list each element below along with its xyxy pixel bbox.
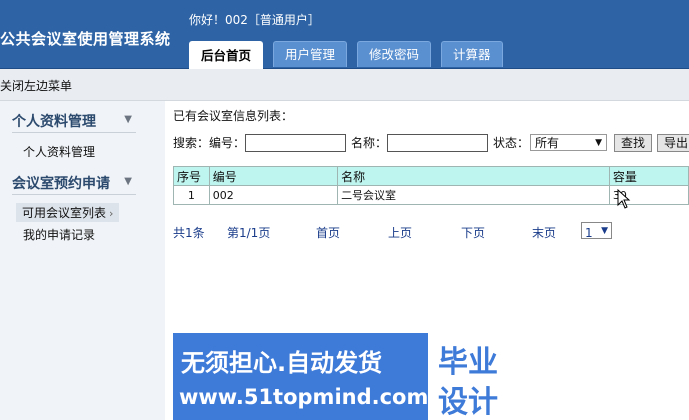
pagination: 共1条 第1/1页 首页 上页 下页 末页 1 ▼ (173, 222, 633, 242)
page-select-value: 1 (585, 226, 593, 240)
name-input[interactable] (387, 134, 488, 152)
ad-badge-line2: 设计 (438, 385, 498, 420)
sidebar-item-label: 个人资料管理 (23, 145, 96, 159)
sidebar: 个人资料管理 ▼ 个人资料管理 会议室预约申请 ▼ 可用会议室列表 › 我的申请记… (0, 101, 165, 420)
pager-total: 共1条 (173, 226, 205, 240)
sidebar-group-profile[interactable]: 个人资料管理 ▼ (12, 108, 136, 133)
system-title: 公共会议室使用管理系统 (0, 30, 171, 48)
main-tabs: 后台首页 用户管理 修改密码 计算器 (189, 41, 513, 69)
sidebar-group-label: 会议室预约申请 (12, 176, 110, 192)
app-header: 公共会议室使用管理系统 你好！002［普通用户］ 后台首页 用户管理 修改密码 … (0, 0, 689, 69)
export-button[interactable]: 导出 (657, 134, 689, 152)
close-left-menu-link[interactable]: 关闭左边菜单 (0, 77, 72, 94)
ad-badge: 毕业 设计 (428, 333, 516, 420)
number-input[interactable] (245, 134, 346, 152)
column-header: 容量 (608, 166, 689, 186)
number-label: 编号： (209, 136, 246, 150)
tab-calculator[interactable]: 计算器 (441, 41, 503, 67)
table-header-row: 序号 编号 名称 容量 (173, 166, 689, 186)
column-header: 序号 (173, 166, 210, 186)
sidebar-item-label: 可用会议室列表 (22, 206, 107, 220)
sidebar-group-booking[interactable]: 会议室预约申请 ▼ (12, 170, 136, 195)
page-select[interactable]: 1 ▼ (581, 222, 612, 240)
search-label: 搜索： (173, 136, 210, 150)
ad-url: www.51topmind.com (179, 385, 429, 409)
mouse-pointer-icon (617, 189, 631, 209)
sidebar-item-my-applications[interactable]: 我的申请记录 (17, 225, 101, 244)
rooms-table: 序号 编号 名称 容量 1 002 二号会议室 30 (173, 166, 689, 205)
pager-first-link[interactable]: 首页 (316, 224, 340, 241)
pager-prev-link[interactable]: 上页 (388, 224, 412, 241)
chevron-down-icon: ▼ (601, 226, 608, 236)
sidebar-group-label: 个人资料管理 (12, 114, 96, 130)
ad-slogan: 无须担心.自动发货 (181, 349, 383, 377)
table-cell: 二号会议室 (337, 185, 610, 205)
search-button[interactable]: 查找 (614, 134, 653, 152)
search-bar: 搜索： 编号： 名称： 状态： 所有 ▼ 查找 导出 (173, 134, 689, 154)
chevron-right-icon: › (109, 207, 114, 220)
pager-last-link[interactable]: 末页 (532, 224, 556, 241)
chevron-down-icon: ▼ (124, 176, 132, 187)
ad-banner[interactable]: 无须担心.自动发货 www.51topmind.com 毕业 设计 (173, 333, 516, 420)
table-row[interactable]: 1 002 二号会议室 30 (173, 185, 689, 205)
table-cell: 002 (208, 185, 339, 205)
column-header: 编号 (208, 166, 339, 186)
chevron-down-icon: ▼ (595, 138, 602, 148)
list-title: 已有会议室信息列表： (173, 109, 294, 123)
sidebar-item-label: 我的申请记录 (23, 228, 96, 242)
sidebar-item-available-rooms[interactable]: 可用会议室列表 › (16, 203, 120, 222)
user-greeting: 你好！002［普通用户］ (189, 13, 320, 27)
chevron-down-icon: ▼ (124, 114, 132, 125)
toolbar: 关闭左边菜单 (0, 69, 689, 101)
sidebar-item-profile[interactable]: 个人资料管理 (17, 142, 101, 161)
pager-next-link[interactable]: 下页 (461, 224, 485, 241)
name-label: 名称： (351, 136, 388, 150)
tab-change-password[interactable]: 修改密码 (357, 41, 432, 67)
pager-page-info: 第1/1页 (227, 226, 271, 240)
column-header: 名称 (337, 166, 610, 186)
status-selected-value: 所有 (535, 136, 560, 150)
status-label: 状态： (493, 136, 530, 150)
ad-badge-line1: 毕业 (438, 345, 498, 380)
tab-user-management[interactable]: 用户管理 (273, 41, 348, 67)
table-cell: 1 (173, 185, 210, 205)
status-select[interactable]: 所有 ▼ (530, 134, 607, 151)
tab-home[interactable]: 后台首页 (189, 41, 264, 69)
